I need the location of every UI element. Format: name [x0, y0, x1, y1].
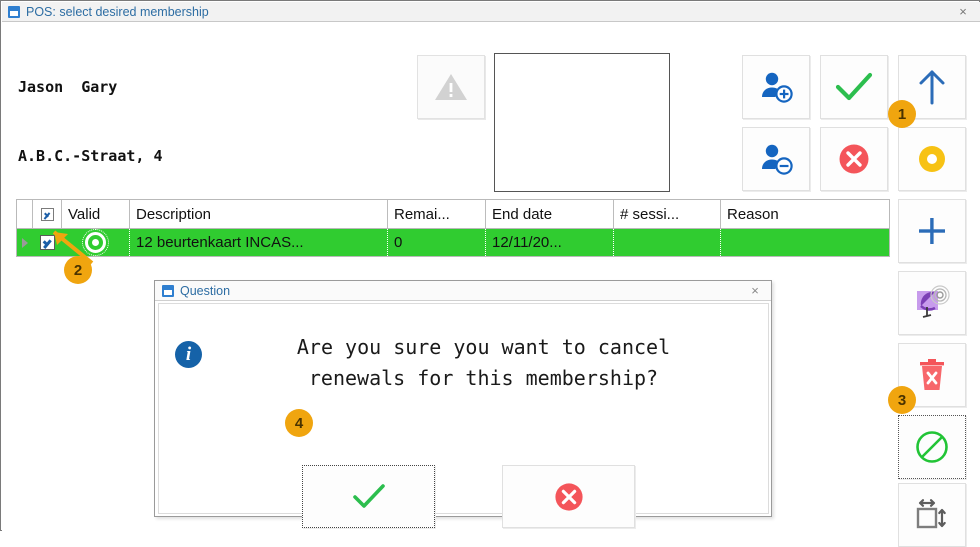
annotation-badge-4: 4: [285, 409, 313, 437]
question-dialog: Question × i Are you sure you want to ca…: [154, 280, 772, 528]
dialog-window-icon: [162, 284, 174, 297]
window-close-button[interactable]: ×: [946, 2, 980, 21]
confirm-button[interactable]: [820, 55, 888, 119]
annotation-badge-1: 1: [888, 100, 916, 128]
green-check-icon: [352, 483, 386, 510]
row-sessions: [614, 229, 721, 256]
window-icon: [8, 5, 20, 18]
window-title: POS: select desired membership: [26, 4, 209, 19]
pos-window: POS: select desired membership × Jason G…: [0, 0, 980, 547]
block-button[interactable]: [898, 415, 966, 479]
person-remove-icon: [758, 142, 794, 176]
grid-header-description[interactable]: Description: [130, 200, 388, 228]
row-description: 12 beurtenkaart INCAS...: [130, 229, 388, 256]
window-titlebar: POS: select desired membership ×: [2, 2, 980, 22]
dialog-body: i Are you sure you want to cancel renewa…: [158, 303, 769, 528]
resize-icon: [915, 498, 949, 532]
green-prohibition-icon: [915, 430, 949, 464]
cancel-button[interactable]: [820, 127, 888, 191]
blue-plus-icon: [916, 215, 948, 247]
warning-button[interactable]: [417, 55, 485, 119]
dialog-message-line1: Are you sure you want to cancel: [296, 335, 671, 359]
add-button[interactable]: [898, 199, 966, 263]
scan-button[interactable]: [898, 271, 966, 335]
status-button[interactable]: [898, 127, 966, 191]
annotation-badge-3: 3: [888, 386, 916, 414]
client-area: Jason Gary A.B.C.-Straat, 4 8900 Ieper: [2, 22, 980, 547]
customer-name: Jason Gary: [18, 78, 118, 96]
grid-header-sessions[interactable]: # sessi...: [614, 200, 721, 228]
grid-header-reason[interactable]: Reason: [721, 200, 889, 228]
red-trash-icon: [917, 358, 947, 392]
row-arrow-icon: [22, 237, 28, 248]
dialog-message-line2: renewals for this membership?: [308, 366, 659, 390]
blue-up-arrow-icon: [917, 69, 947, 105]
red-x-circle-icon: [554, 482, 584, 512]
dialog-cancel-button[interactable]: [502, 465, 635, 528]
dialog-titlebar: Question ×: [155, 281, 771, 301]
green-check-icon: [835, 72, 873, 102]
table-row[interactable]: 12 beurtenkaart INCAS... 0 12/11/20...: [17, 229, 889, 256]
grid-header-remaining[interactable]: Remai...: [388, 200, 486, 228]
remove-member-button[interactable]: [742, 127, 810, 191]
satellite-dish-icon: [914, 285, 950, 321]
grid-header-row: Valid Description Remai... End date # se…: [17, 200, 889, 229]
row-reason: [721, 229, 889, 256]
add-member-button[interactable]: [742, 55, 810, 119]
customer-street: A.B.C.-Straat, 4: [18, 147, 163, 165]
warning-triangle-icon: [434, 72, 468, 102]
red-x-circle-icon: [838, 143, 870, 175]
dialog-ok-button[interactable]: [302, 465, 435, 528]
dialog-title: Question: [180, 283, 231, 298]
yellow-ring-icon: [917, 144, 947, 174]
annotation-badge-2: 2: [64, 256, 92, 284]
row-end-date: 12/11/20...: [486, 229, 614, 256]
person-add-icon: [758, 70, 794, 104]
grid-header-end-date[interactable]: End date: [486, 200, 614, 228]
note-panel[interactable]: [494, 53, 670, 192]
row-remaining: 0: [388, 229, 486, 256]
dialog-close-button[interactable]: ×: [739, 281, 771, 300]
resize-button[interactable]: [898, 483, 966, 547]
dialog-message: Are you sure you want to cancel renewals…: [211, 332, 756, 394]
info-icon: i: [175, 341, 202, 368]
membership-grid: Valid Description Remai... End date # se…: [16, 199, 890, 257]
